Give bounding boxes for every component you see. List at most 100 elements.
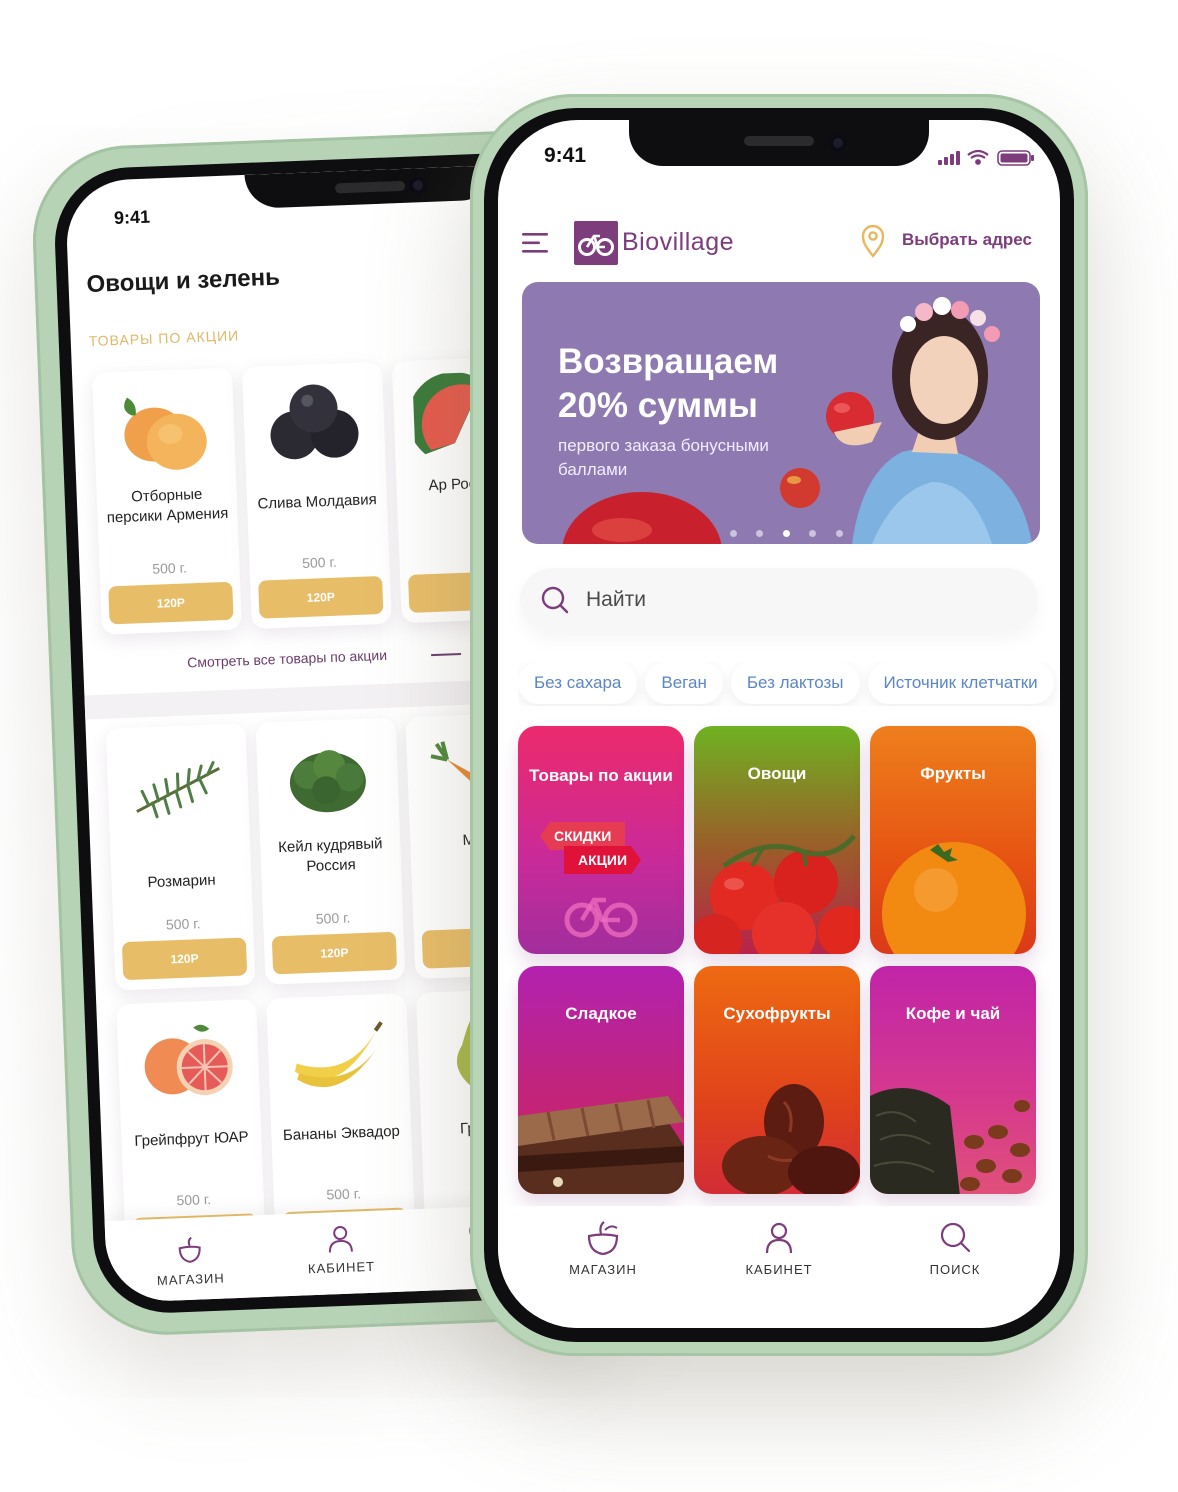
banner-title: Возвращаем 20% суммы <box>558 342 779 425</box>
product-name: Розмарин <box>147 871 216 892</box>
tomatoes-image <box>694 834 860 954</box>
pagination-dot[interactable] <box>809 530 817 537</box>
tab-shop-label: МАГАЗИН <box>156 1270 226 1289</box>
price-button[interactable]: 120Р <box>271 931 398 975</box>
product-weight: 500 г. <box>151 559 188 577</box>
chocolate-image <box>518 1096 684 1194</box>
rosemary-image <box>136 761 220 819</box>
product-card[interactable]: Кейл кудрявый Россия 500 г. 120Р <box>255 717 406 985</box>
category-card-dried-fruits[interactable]: Сухофрукты <box>694 966 860 1194</box>
product-weight: 500 г. <box>301 553 338 572</box>
category-label: Кофе и чай <box>905 1004 1001 1023</box>
banana-image <box>294 1021 383 1088</box>
category-label: Овощи <box>747 764 807 783</box>
pagination-dot[interactable] <box>730 530 737 537</box>
dates-image <box>722 1084 860 1194</box>
search-input[interactable] <box>586 580 1006 620</box>
orange-image <box>882 842 1026 954</box>
notch <box>629 120 929 166</box>
user-icon <box>765 1222 793 1254</box>
front-phone-screen: 9:41 Biovillage Выбрать адрес Возвращаем… <box>498 120 1060 1328</box>
product-weight: 500 г. <box>176 1190 212 1209</box>
user-icon <box>328 1226 353 1253</box>
tab-search[interactable]: ПОИСК <box>900 1220 1010 1277</box>
bicycle-icon <box>564 897 638 938</box>
tab-shop[interactable]: МАГАЗИН <box>149 1232 231 1288</box>
tab-shop[interactable]: МАГАЗИН <box>548 1220 658 1277</box>
banner-subtitle: первого заказа бонусными баллами <box>558 436 769 479</box>
bicycle-logo-icon <box>578 234 614 256</box>
tab-shop-label: МАГАЗИН <box>569 1262 637 1277</box>
tab-bar: МАГАЗИН КАБИНЕТ ПОИСК <box>498 1206 1060 1328</box>
plum-image <box>270 384 359 460</box>
camera <box>829 134 847 152</box>
price-button[interactable]: 120Р <box>121 937 248 981</box>
front-phone: 9:41 Biovillage Выбрать адрес Возвращаем… <box>470 94 1088 1356</box>
category-label: Фрукты <box>920 764 986 783</box>
filter-chip[interactable]: Веган <box>645 662 723 704</box>
product-name: Грейпфрут ЮАР <box>134 1128 249 1150</box>
wifi-icon <box>967 149 989 165</box>
menu-icon[interactable] <box>522 232 552 254</box>
product-weight: 500 г. <box>165 915 201 933</box>
select-address-link[interactable]: Выбрать адрес <box>902 230 1032 250</box>
category-card-vegetables[interactable]: Овощи <box>694 726 860 954</box>
search-icon <box>940 1222 971 1253</box>
fruit-basket-icon <box>587 1221 619 1256</box>
product-name: Кейл кудрявый Россия <box>277 835 383 876</box>
tab-search-label: ПОИСК <box>929 1262 981 1277</box>
category-label: Сухофрукты <box>723 1004 831 1023</box>
see-all-promo-link[interactable]: Смотреть все товары по акции <box>187 647 387 671</box>
search-icon <box>541 586 569 614</box>
tab-account-label: КАБИНЕТ <box>745 1262 813 1277</box>
product-name: Бананы Эквадор <box>282 1122 401 1145</box>
promo-banner[interactable]: Возвращаем 20% суммы первого заказа бону… <box>522 282 1040 544</box>
product-weight: 500 г. <box>326 1185 362 1203</box>
product-weight: 500 г. <box>315 909 351 927</box>
grapefruit-image <box>144 1024 233 1096</box>
product-card[interactable]: Розмарин 500 г. 120Р <box>105 723 256 991</box>
status-time: 9:41 <box>544 144 587 167</box>
see-all-arrow-line <box>431 652 462 657</box>
product-card[interactable]: Слива Молдавия 500 г. 120Р <box>241 361 392 629</box>
discount-tag: СКИДКИ <box>540 822 626 850</box>
category-title: Овощи и зелень <box>86 263 281 299</box>
fruit-basket-icon <box>178 1236 201 1263</box>
status-time: 9:41 <box>113 206 151 228</box>
promo-section-label: ТОВАРЫ ПО АКЦИИ <box>88 327 240 350</box>
kale-image <box>289 750 366 813</box>
category-card-promo[interactable]: Товары по акции СКИДКИ АКЦИИ <box>518 726 684 954</box>
category-card-coffee-tea[interactable]: Кофе и чай <box>870 966 1036 1194</box>
product-name: Слива Молдавия <box>257 491 378 513</box>
peach-image <box>124 397 207 470</box>
category-label: Товары по акции <box>529 766 673 785</box>
coffee-tea-image <box>870 1088 1030 1194</box>
tab-account-label: КАБИНЕТ <box>307 1258 376 1277</box>
tab-account[interactable]: КАБИНЕТ <box>724 1220 834 1277</box>
filter-chip[interactable]: Без лактозы <box>730 662 860 704</box>
status-icons <box>938 149 1034 166</box>
category-card-fruits[interactable]: Фрукты <box>870 726 1036 954</box>
category-card-sweets[interactable]: Сладкое <box>518 966 684 1194</box>
location-pin-icon[interactable] <box>860 224 886 258</box>
product-name: Отборные персики Армения <box>106 485 229 527</box>
filter-chip[interactable]: Без сахара <box>518 662 638 704</box>
banner-pagination[interactable] <box>730 524 858 542</box>
camera <box>408 175 428 195</box>
price-button[interactable]: 120Р <box>108 581 234 625</box>
filter-chip[interactable]: Источник клетчатки <box>867 662 1054 704</box>
tab-account[interactable]: КАБИНЕТ <box>295 1222 387 1276</box>
pagination-dot[interactable] <box>756 530 764 537</box>
signal-icon <box>938 151 960 165</box>
brand-logo[interactable] <box>574 221 618 265</box>
category-label: Сладкое <box>565 1004 637 1023</box>
pagination-dot-active[interactable] <box>782 530 790 537</box>
speaker <box>334 180 406 194</box>
product-card[interactable]: Отборные персики Армения 500 г. 120Р <box>92 367 242 635</box>
sale-tag: АКЦИИ <box>564 846 641 874</box>
battery-icon <box>997 150 1034 166</box>
speaker <box>744 136 814 146</box>
search-bar[interactable] <box>520 568 1038 632</box>
price-button[interactable]: 120Р <box>258 575 384 619</box>
pagination-dot[interactable] <box>835 530 843 537</box>
